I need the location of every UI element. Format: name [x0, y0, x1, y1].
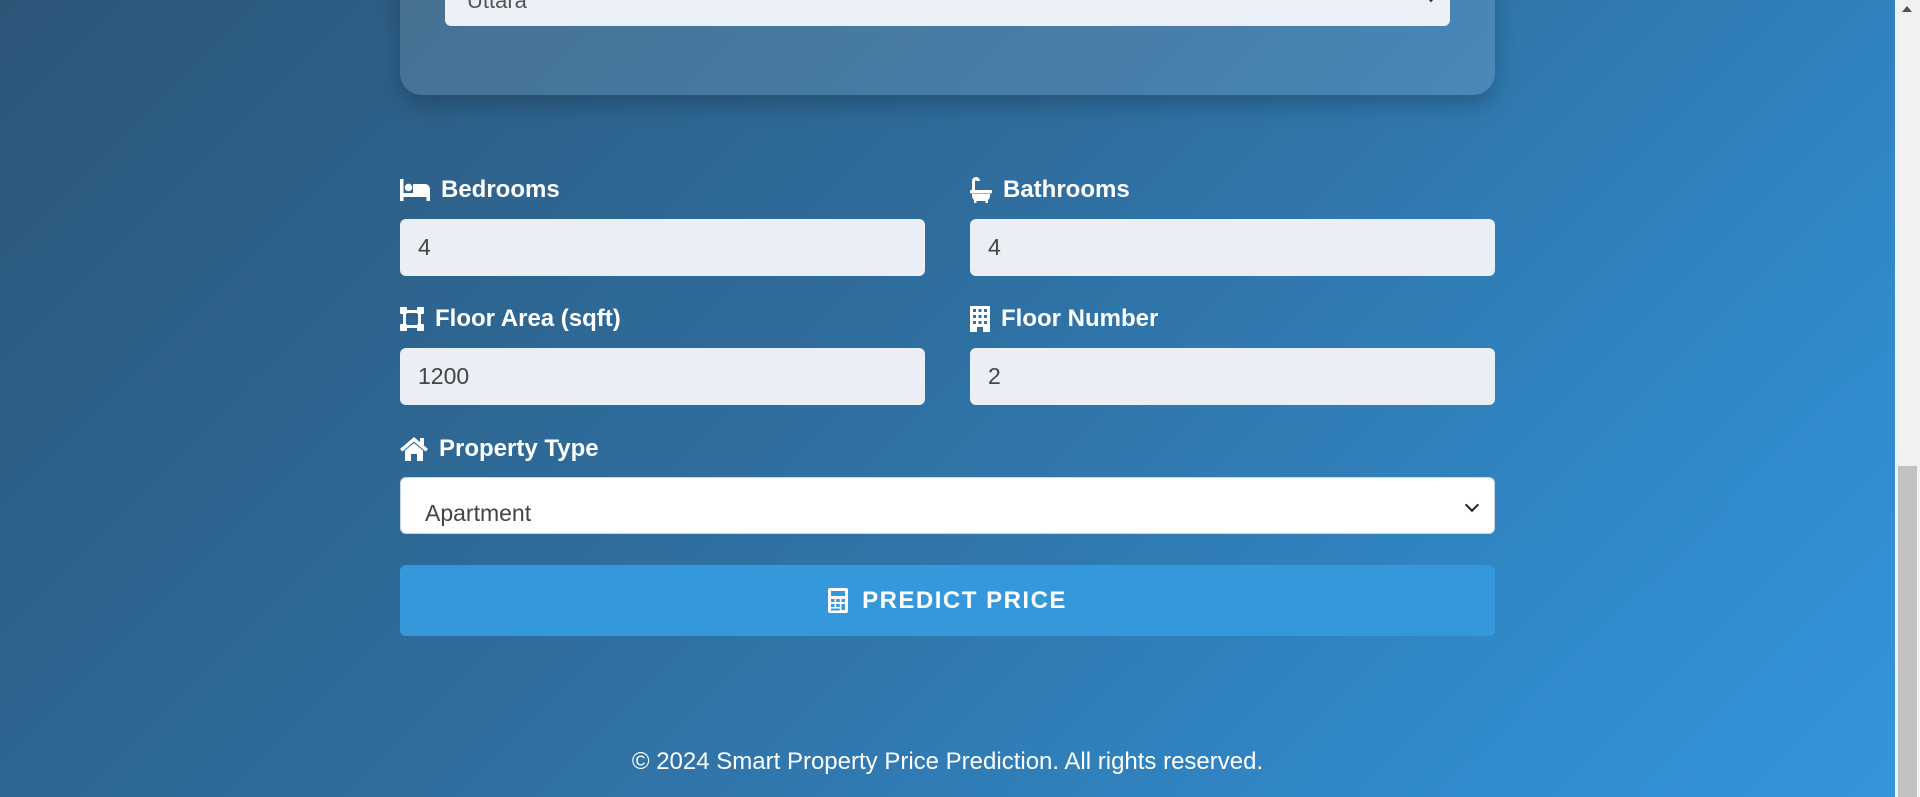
bed-icon — [400, 179, 430, 201]
floor-number-input[interactable] — [970, 348, 1495, 405]
bathrooms-label: Bathrooms — [970, 175, 1130, 205]
vector-square-icon — [400, 307, 424, 331]
floor-area-label-text: Floor Area (sqft) — [435, 305, 621, 332]
page: Uttara Bedrooms Bathrooms — [0, 0, 1895, 797]
bathrooms-input[interactable] — [970, 219, 1495, 276]
location-select[interactable]: Uttara — [445, 0, 1450, 26]
floor-number-label-text: Floor Number — [1001, 305, 1159, 332]
property-type-selected: Apartment — [425, 500, 532, 526]
bedrooms-input[interactable] — [400, 219, 925, 276]
bedrooms-label-text: Bedrooms — [441, 176, 560, 203]
bedrooms-label: Bedrooms — [400, 175, 560, 205]
building-icon — [970, 306, 990, 332]
bath-icon — [970, 177, 992, 203]
calculator-icon — [828, 588, 849, 613]
property-type-label-text: Property Type — [439, 435, 599, 462]
property-type-label: Property Type — [400, 434, 599, 464]
vertical-scrollbar[interactable] — [1895, 0, 1920, 797]
chevron-down-icon — [1423, 0, 1439, 3]
location-card: Uttara — [400, 0, 1495, 95]
chevron-down-icon — [1464, 497, 1480, 513]
scroll-up-arrow-icon[interactable] — [1902, 6, 1912, 12]
bathrooms-label-text: Bathrooms — [1003, 176, 1130, 203]
scrollbar-thumb[interactable] — [1898, 466, 1917, 797]
home-icon — [400, 437, 428, 461]
footer-copyright: © 2024 Smart Property Price Prediction. … — [631, 748, 1264, 775]
location-select-value: Uttara — [467, 0, 527, 13]
property-type-select[interactable]: Apartment — [400, 477, 1495, 534]
predict-price-label: PREDICT PRICE — [862, 586, 1067, 614]
floor-area-input[interactable] — [400, 348, 925, 405]
predict-price-button[interactable]: PREDICT PRICE — [400, 565, 1495, 636]
floor-number-label: Floor Number — [970, 304, 1158, 334]
floor-area-label: Floor Area (sqft) — [400, 304, 621, 334]
